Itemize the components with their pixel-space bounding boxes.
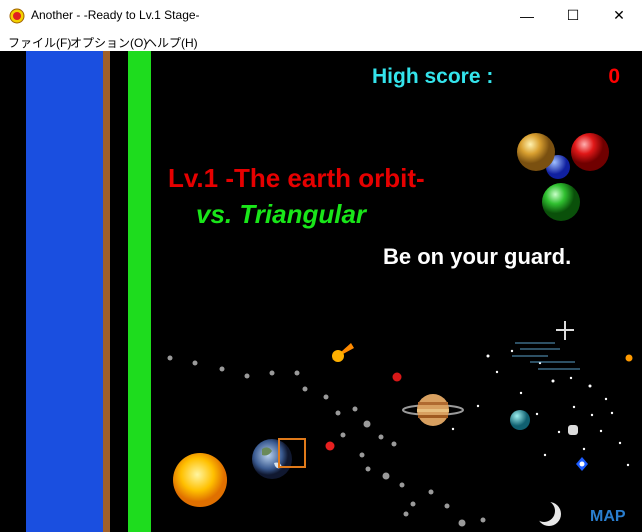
mars-icon (392, 372, 402, 382)
star-streaks (512, 342, 580, 370)
game-window: Another - -Ready to Lv.1 Stage- — ☐ ✕ ファ… (0, 0, 642, 532)
stage-enemy: vs. Triangular (196, 199, 367, 229)
earth-icon (252, 439, 292, 479)
menu-bar: ファイル(F) オプション(O) ヘルプ(H) (0, 31, 642, 51)
map-button[interactable]: MAP (590, 508, 626, 526)
space-scene (167, 133, 633, 527)
small-moon-icon (568, 425, 578, 435)
triple-orb-icon (517, 133, 609, 221)
blue-enemy-icon (576, 457, 588, 471)
maximize-button[interactable]: ☐ (550, 0, 596, 31)
comet-icon (332, 343, 354, 362)
game-screen[interactable]: High score : 0 Lv.1 -The earth orbit- vs… (0, 51, 642, 532)
orange-star-icon (625, 354, 633, 362)
menu-file[interactable]: ファイル(F) (8, 34, 71, 51)
menu-help[interactable]: ヘルプ(H) (145, 34, 198, 51)
title-bar: Another - -Ready to Lv.1 Stage- — ☐ ✕ (0, 0, 642, 31)
app-icon (9, 8, 25, 24)
window-title: Another - -Ready to Lv.1 Stage- (31, 8, 200, 22)
minimize-button[interactable]: — (504, 0, 550, 31)
neptune-icon (510, 410, 530, 430)
moon-icon (533, 500, 561, 526)
stars (451, 349, 630, 467)
sun-icon (173, 453, 227, 507)
close-button[interactable]: ✕ (596, 0, 642, 31)
menu-options[interactable]: オプション(O) (70, 34, 147, 51)
warning-message: Be on your guard. (383, 244, 572, 269)
jupiter-icon (402, 394, 464, 426)
red-moon-icon (325, 441, 335, 451)
sparkle-icon (556, 321, 574, 340)
stage-title: Lv.1 -The earth orbit- (168, 163, 425, 193)
